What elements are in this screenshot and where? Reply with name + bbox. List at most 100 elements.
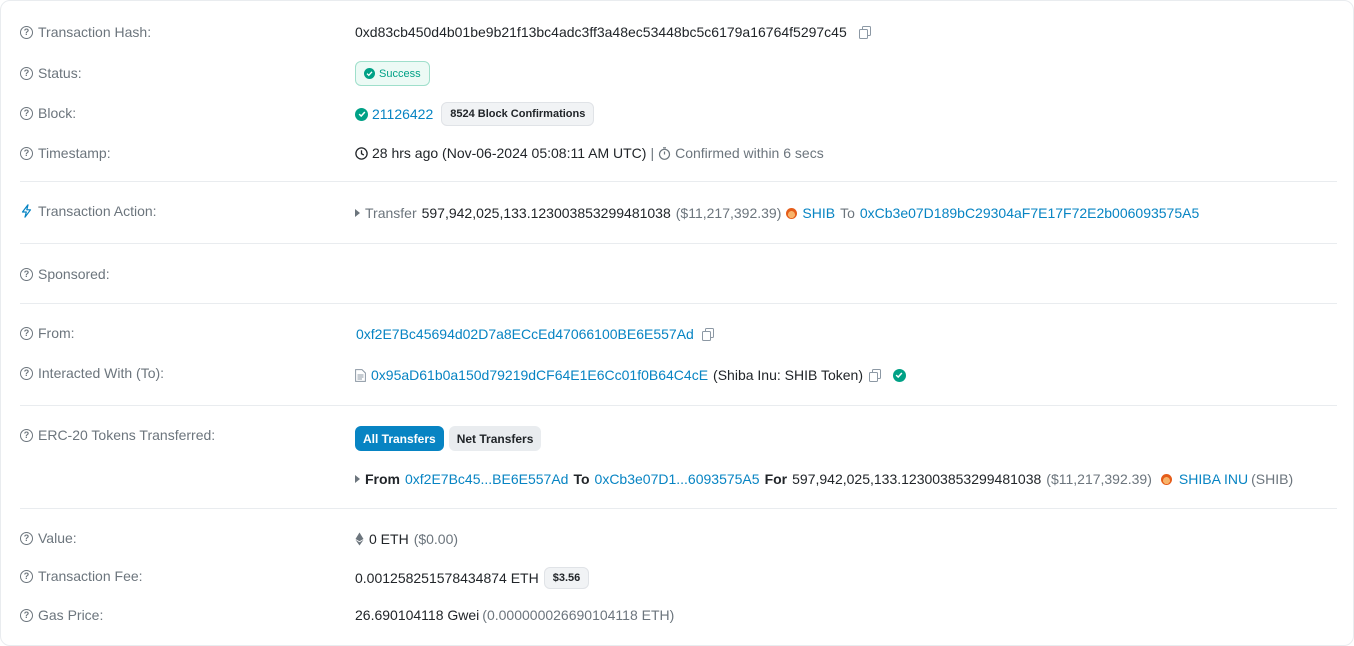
row-value: ? Value: 0 ETH ($0.00) — [1, 529, 1354, 549]
label-text: Status: — [38, 65, 82, 81]
row-timestamp: ? Timestamp: 28 hrs ago (Nov-06-2024 05:… — [1, 144, 1354, 164]
value-interacted-with: 0x95aD61b0a150d79219dCF64E1E6Cc01f0B64C4… — [355, 367, 906, 383]
label-sponsored: ? Sponsored: — [20, 266, 110, 282]
question-icon[interactable]: ? — [20, 25, 33, 39]
action-usd: ($11,217,392.39) — [675, 205, 782, 221]
clock-icon — [355, 146, 368, 160]
value-transaction-fee: 0.001258251578434874 ETH $3.56 — [355, 567, 590, 589]
label-text: Gas Price: — [38, 607, 104, 623]
row-erc20-transfers: ? ERC-20 Tokens Transferred: All Transfe… — [1, 426, 1354, 496]
block-number-link[interactable]: 21126422 — [372, 106, 433, 122]
transfer-tabs: All Transfers Net Transfers — [355, 426, 542, 451]
lightning-icon — [21, 204, 32, 218]
erc20-token-symbol: (SHIB) — [1251, 471, 1294, 487]
label-status: ? Status: — [20, 65, 82, 81]
row-interacted-with: ? Interacted With (To): 0x95aD61b0a150d7… — [1, 364, 1354, 386]
value-amount: 0 ETH — [369, 531, 409, 547]
question-icon[interactable]: ? — [20, 66, 33, 80]
question-icon[interactable]: ? — [20, 531, 33, 545]
row-block: ? Block: 21126422 8524 Block Confirmatio… — [1, 102, 1354, 128]
label-text: Interacted With (To): — [38, 365, 165, 381]
tx-hash-text[interactable]: 0xd83cb450d4b01be9b21f13bc4adc3ff3a48ec5… — [355, 24, 847, 40]
question-icon[interactable]: ? — [20, 366, 33, 380]
confirmed-within-text: Confirmed within 6 secs — [675, 145, 824, 161]
shib-token-icon — [1160, 473, 1172, 485]
fee-amount: 0.001258251578434874 ETH — [355, 570, 539, 586]
value-timestamp: 28 hrs ago (Nov-06-2024 05:08:11 AM UTC)… — [355, 145, 824, 161]
stopwatch-icon — [658, 146, 671, 160]
action-amount: 597,942,025,133.123003853299481038 — [421, 205, 671, 221]
document-icon — [355, 368, 366, 382]
value-from: 0xf2E7Bc45694d02D7a8ECcEd47066100BE6E557… — [356, 326, 715, 342]
label-gas-price: ? Gas Price: — [20, 607, 103, 623]
action-token-link[interactable]: SHIB — [802, 205, 835, 221]
contract-address-link[interactable]: 0x95aD61b0a150d79219dCF64E1E6Cc01f0B64C4… — [371, 367, 708, 383]
divider — [20, 243, 1337, 244]
tab-all-transfers[interactable]: All Transfers — [355, 426, 444, 451]
row-transaction-action: Transaction Action: Transfer 597,942,025… — [1, 202, 1354, 224]
erc20-transfer-line: From 0xf2E7Bc45...BE6E557Ad To 0xCb3e07D… — [355, 471, 1293, 487]
label-text: Transaction Fee: — [38, 568, 143, 584]
erc20-for-word: For — [764, 471, 788, 487]
check-circle-icon — [355, 107, 368, 121]
gas-gwei: 26.690104118 Gwei — [355, 607, 480, 623]
label-value: ? Value: — [20, 530, 77, 546]
label-text: Transaction Action: — [38, 203, 157, 219]
divider — [20, 181, 1337, 182]
erc20-amount: 597,942,025,133.123003853299481038 — [792, 471, 1042, 487]
label-text: Block: — [38, 105, 77, 121]
timestamp-text: 28 hrs ago (Nov-06-2024 05:08:11 AM UTC) — [372, 145, 647, 161]
erc20-usd: ($11,217,392.39) — [1046, 471, 1152, 487]
question-icon[interactable]: ? — [20, 106, 33, 120]
question-icon[interactable]: ? — [20, 146, 33, 160]
label-from: ? From: — [20, 325, 75, 341]
tab-net-transfers[interactable]: Net Transfers — [448, 426, 542, 451]
fee-usd-badge: $3.56 — [543, 567, 590, 589]
from-address-link[interactable]: 0xf2E7Bc45694d02D7a8ECcEd47066100BE6E557… — [356, 326, 694, 342]
label-text: ERC-20 Tokens Transferred: — [38, 427, 216, 443]
row-from: ? From: 0xf2E7Bc45694d02D7a8ECcEd4706610… — [1, 324, 1354, 344]
label-text: Sponsored: — [38, 266, 110, 282]
divider — [20, 303, 1337, 304]
question-icon[interactable]: ? — [20, 428, 33, 442]
value-status: Success — [355, 61, 430, 86]
label-text: Value: — [38, 530, 77, 546]
value-gas-price: 26.690104118 Gwei (0.000000026690104118 … — [355, 607, 674, 623]
erc20-to-word: To — [573, 471, 590, 487]
row-sponsored: ? Sponsored: — [1, 265, 1354, 285]
action-to-word: To — [840, 205, 855, 221]
caret-right-icon[interactable] — [355, 209, 360, 217]
label-transaction-action: Transaction Action: — [20, 203, 157, 219]
value-usd: ($0.00) — [413, 531, 459, 547]
action-verb: Transfer — [365, 205, 417, 221]
verified-check-icon — [892, 368, 906, 382]
question-icon[interactable]: ? — [20, 326, 33, 340]
label-text: From: — [38, 325, 75, 341]
caret-right-icon[interactable] — [355, 475, 360, 483]
copy-icon[interactable] — [701, 327, 715, 341]
copy-icon[interactable] — [858, 25, 872, 39]
copy-icon[interactable] — [868, 368, 882, 382]
label-text: Timestamp: — [38, 145, 111, 161]
status-text: Success — [379, 67, 421, 80]
value-value: 0 ETH ($0.00) — [355, 531, 458, 547]
question-icon[interactable]: ? — [20, 608, 33, 622]
question-icon[interactable]: ? — [20, 569, 33, 583]
gas-eth: (0.000000026690104118 ETH) — [482, 607, 675, 623]
row-transaction-fee: ? Transaction Fee: 0.001258251578434874 … — [1, 566, 1354, 590]
block-confirmations-badge: 8524 Block Confirmations — [441, 102, 595, 126]
value-transaction-action: Transfer 597,942,025,133.123003853299481… — [355, 205, 1199, 221]
erc20-token-name-link[interactable]: SHIBA INU — [1179, 471, 1248, 487]
divider — [20, 508, 1337, 509]
erc20-from-address-link[interactable]: 0xf2E7Bc45...BE6E557Ad — [405, 471, 568, 487]
shib-token-icon — [786, 207, 798, 219]
question-icon[interactable]: ? — [20, 267, 33, 281]
label-erc20-transfers: ? ERC-20 Tokens Transferred: — [20, 427, 215, 443]
contract-name: (Shiba Inu: SHIB Token) — [713, 367, 863, 383]
erc20-to-address-link[interactable]: 0xCb3e07D1...6093575A5 — [595, 471, 760, 487]
value-transaction-hash: 0xd83cb450d4b01be9b21f13bc4adc3ff3a48ec5… — [355, 24, 872, 40]
check-circle-icon — [364, 68, 375, 79]
action-to-address-link[interactable]: 0xCb3e07D189bC29304aF7E17F72E2b006093575… — [860, 205, 1199, 221]
status-badge: Success — [355, 61, 430, 86]
eth-icon — [355, 532, 364, 546]
